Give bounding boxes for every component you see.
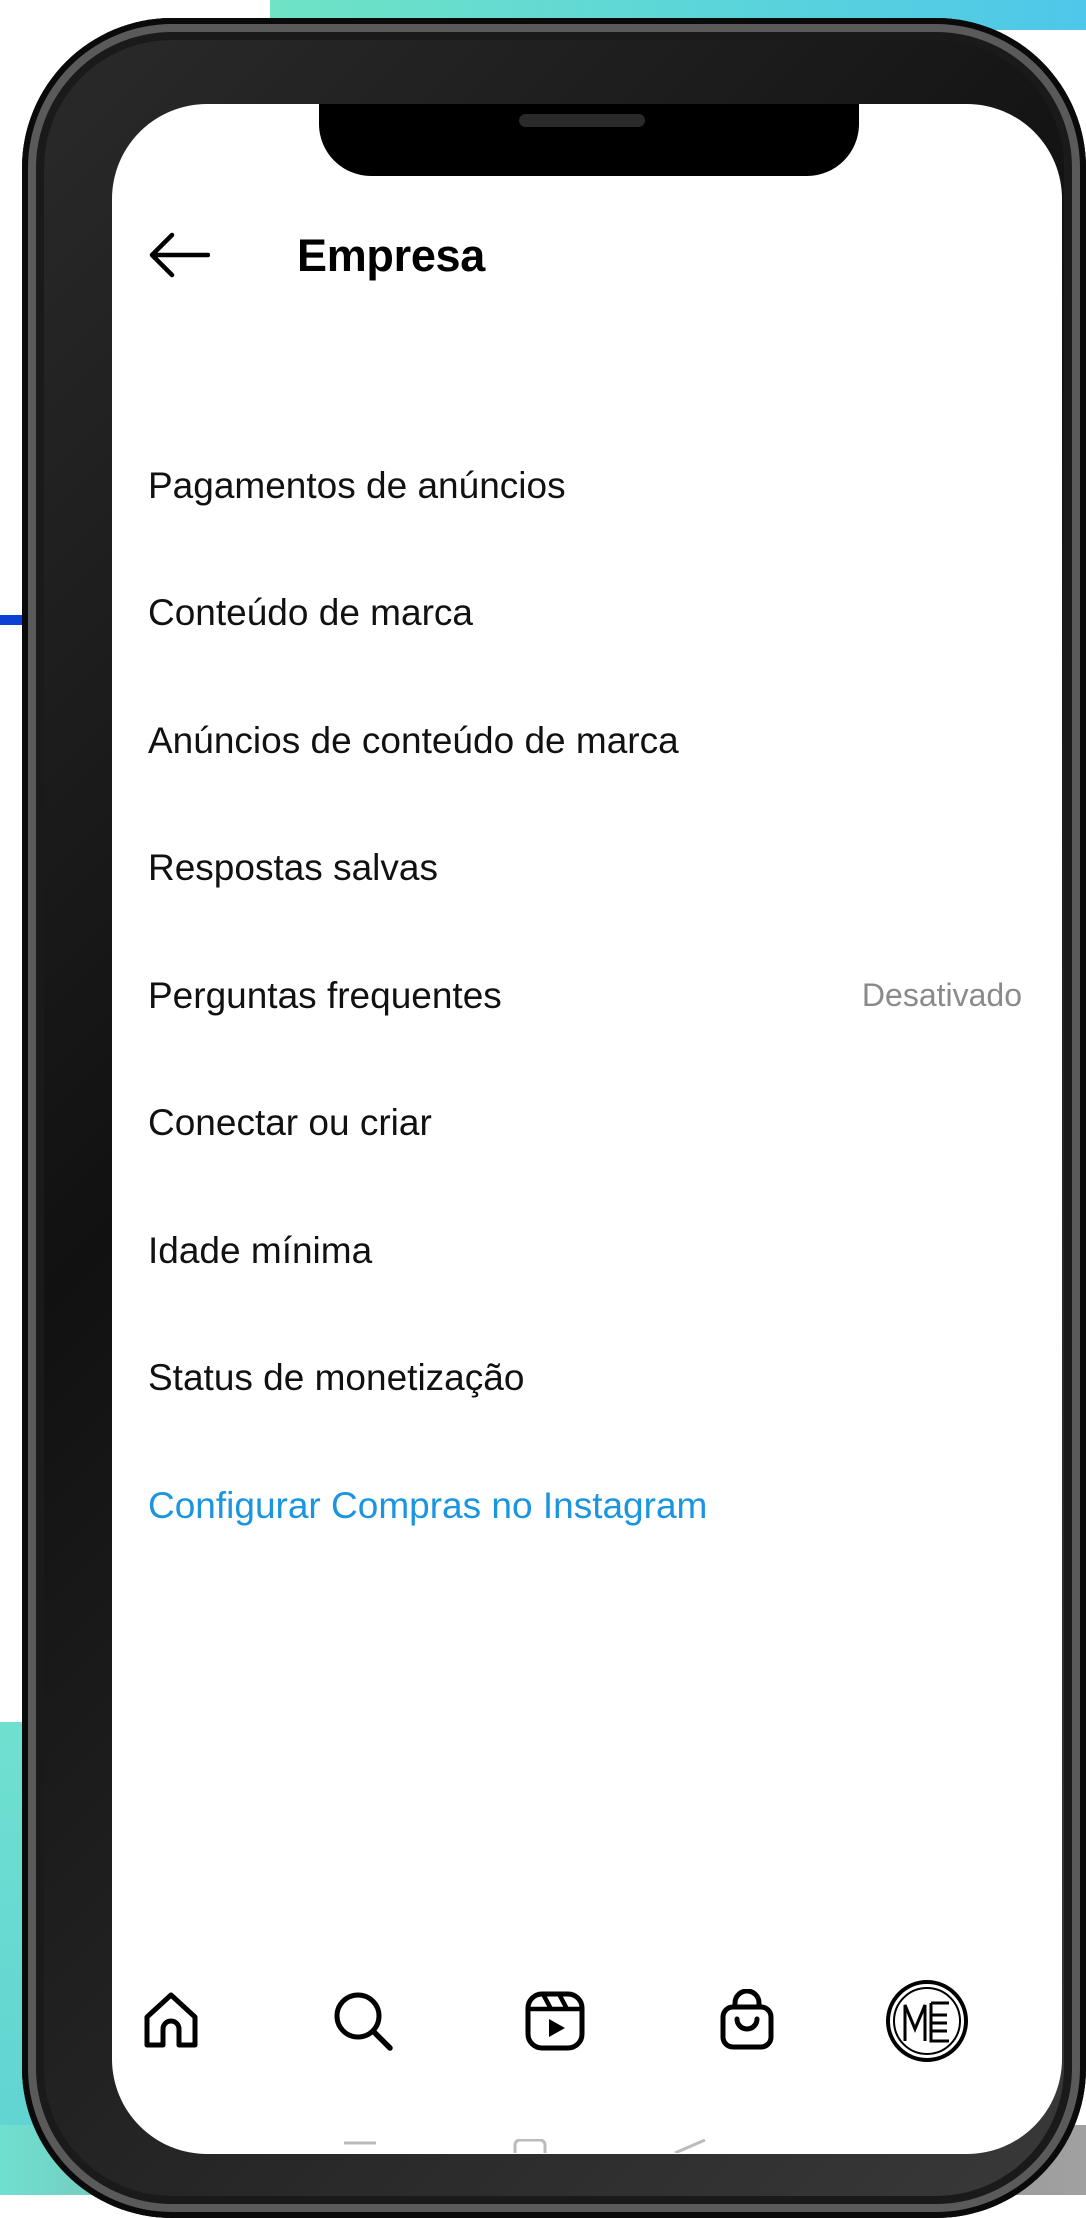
- menu-item-label: Conteúdo de marca: [148, 592, 473, 634]
- menu-item-branded-content[interactable]: Conteúdo de marca: [112, 550, 1062, 678]
- phone-notch: [319, 104, 859, 176]
- home-icon: [144, 1992, 198, 2048]
- nav-profile[interactable]: [882, 1966, 972, 2076]
- profile-avatar: [886, 1980, 968, 2062]
- phone-screen: Empresa Pagamentos de anúncios Conteúdo …: [112, 104, 1062, 2154]
- bottom-nav: [112, 1966, 1062, 2076]
- speaker-grille: [519, 114, 645, 127]
- menu-item-faq[interactable]: Perguntas frequentes Desativado: [112, 932, 1062, 1060]
- phone-frame: Empresa Pagamentos de anúncios Conteúdo …: [22, 18, 1086, 2218]
- home-key-icon[interactable]: [512, 2138, 548, 2154]
- nav-search[interactable]: [318, 1966, 408, 2076]
- menu-item-ad-payments[interactable]: Pagamentos de anúncios: [112, 422, 1062, 550]
- menu-item-label: Status de monetização: [148, 1357, 525, 1399]
- menu-item-label: Configurar Compras no Instagram: [148, 1484, 708, 1526]
- menu-item-label: Pagamentos de anúncios: [148, 464, 566, 506]
- background-blue-line: [0, 615, 24, 625]
- shop-icon: [720, 1989, 774, 2050]
- menu-item-minimum-age[interactable]: Idade mínima: [112, 1187, 1062, 1315]
- menu-item-connect-or-create[interactable]: Conectar ou criar: [112, 1060, 1062, 1188]
- back-button[interactable]: [146, 228, 212, 282]
- menu-item-setup-shopping[interactable]: Configurar Compras no Instagram: [112, 1442, 1062, 1570]
- settings-menu: Pagamentos de anúncios Conteúdo de marca…: [112, 422, 1062, 1570]
- menu-item-saved-replies[interactable]: Respostas salvas: [112, 805, 1062, 933]
- search-icon: [334, 1992, 393, 2051]
- nav-shop[interactable]: [702, 1966, 792, 2076]
- back-key-icon[interactable]: [672, 2138, 708, 2154]
- menu-item-label: Anúncios de conteúdo de marca: [148, 719, 679, 761]
- header: Empresa: [112, 204, 1062, 304]
- reels-icon: [525, 1991, 585, 2051]
- nav-home[interactable]: [126, 1966, 216, 2076]
- menu-item-label: Conectar ou criar: [148, 1102, 432, 1144]
- system-gesture-bar: [112, 2138, 1062, 2154]
- arrow-left-icon: [149, 232, 210, 278]
- page-title: Empresa: [297, 230, 486, 281]
- menu-item-monetization-status[interactable]: Status de monetização: [112, 1315, 1062, 1443]
- menu-item-label: Respostas salvas: [148, 847, 438, 889]
- recent-apps-icon[interactable]: [342, 2139, 378, 2154]
- menu-item-label: Perguntas frequentes: [148, 974, 502, 1016]
- nav-reels[interactable]: [510, 1966, 600, 2076]
- menu-item-branded-content-ads[interactable]: Anúncios de conteúdo de marca: [112, 677, 1062, 805]
- menu-item-status: Desativado: [861, 977, 1022, 1014]
- menu-item-label: Idade mínima: [148, 1229, 373, 1271]
